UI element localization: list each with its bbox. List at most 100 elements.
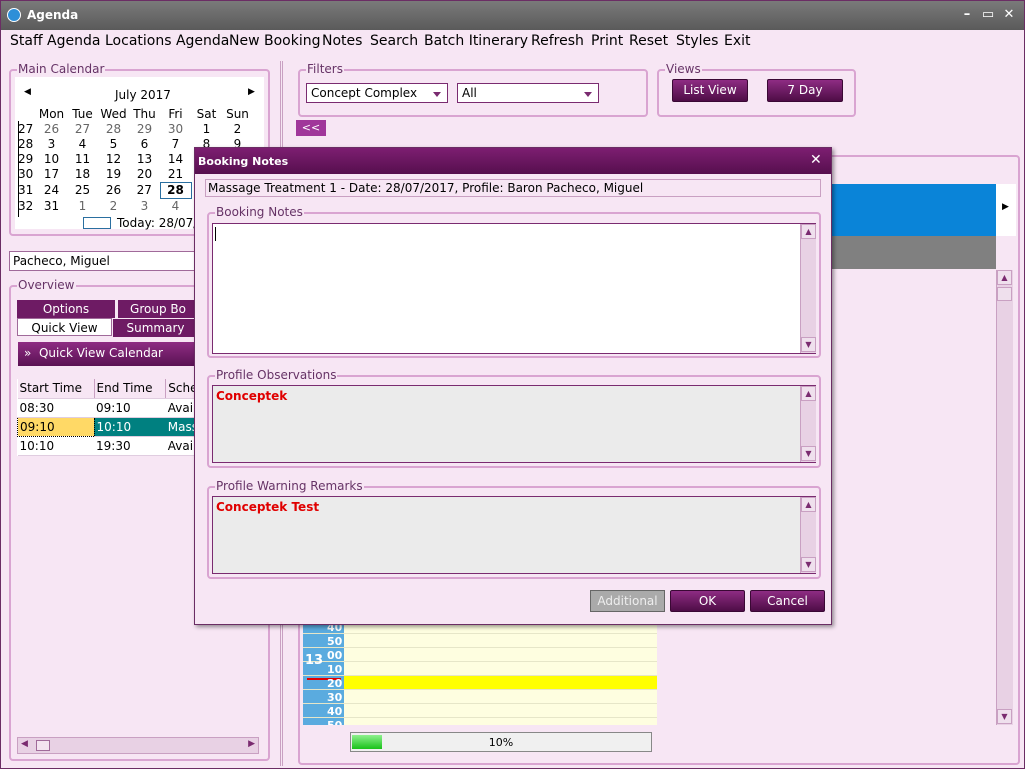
calendar-day[interactable]: 4: [160, 199, 191, 215]
scroll-down-icon[interactable]: ▼: [801, 557, 816, 572]
list-view-button[interactable]: List View: [672, 79, 748, 102]
time-row[interactable]: 50: [303, 718, 657, 725]
calendar-day[interactable]: 6: [129, 137, 160, 152]
scroll-down-icon[interactable]: ▼: [997, 709, 1012, 724]
today-label[interactable]: Today: 28/07/2: [117, 216, 205, 230]
tab-summary[interactable]: Summary: [113, 319, 198, 337]
quick-view-calendar-bar[interactable]: » Quick View Calendar: [18, 342, 198, 366]
calendar-day[interactable]: 14: [160, 152, 191, 167]
scroll-thumb[interactable]: [997, 287, 1012, 301]
calendar-day[interactable]: 25: [67, 183, 98, 199]
time-row[interactable]: 40: [303, 624, 657, 634]
scroll-up-icon[interactable]: ▲: [801, 224, 816, 239]
filter-select[interactable]: All: [457, 83, 599, 103]
tab-group-bookings[interactable]: Group Bo: [118, 300, 198, 318]
time-row[interactable]: 20: [303, 676, 657, 690]
progress-text: 10%: [488, 736, 514, 749]
calendar-day[interactable]: 19: [98, 167, 129, 183]
menu-batch-itinerary[interactable]: Batch Itinerary: [424, 33, 528, 49]
menu-new-booking[interactable]: New Booking: [229, 33, 320, 49]
scroll-thumb[interactable]: [36, 740, 50, 751]
tab-options[interactable]: Options: [17, 300, 115, 318]
calendar-day[interactable]: 18: [67, 167, 98, 183]
tab-quick-view[interactable]: Quick View: [17, 318, 112, 336]
ok-button[interactable]: OK: [670, 590, 745, 612]
booking-notes-textarea[interactable]: ▲ ▼: [212, 223, 816, 354]
minimize-icon[interactable]: –: [958, 6, 976, 24]
calendar-day[interactable]: 24: [36, 183, 67, 199]
time-row[interactable]: 50: [303, 634, 657, 648]
menu-print[interactable]: Print: [591, 33, 623, 49]
calendar-day[interactable]: 28: [98, 122, 129, 137]
location-select[interactable]: Concept Complex: [306, 83, 448, 103]
calendar-day[interactable]: 20: [129, 167, 160, 183]
time-row[interactable]: 30: [303, 690, 657, 704]
calendar-day[interactable]: 7: [160, 137, 191, 152]
menu-search[interactable]: Search: [370, 33, 418, 49]
calendar-day[interactable]: 5: [98, 137, 129, 152]
calendar-day[interactable]: 13: [129, 152, 160, 167]
menu-styles[interactable]: Styles: [676, 33, 718, 49]
prev-month-icon[interactable]: ◀: [24, 87, 31, 97]
calendar-day[interactable]: 27: [129, 183, 160, 199]
calendar-day[interactable]: 2: [222, 122, 253, 137]
calendar-day[interactable]: 2: [98, 199, 129, 215]
next-month-icon[interactable]: ▶: [248, 87, 255, 97]
calendar-day[interactable]: 4: [67, 137, 98, 152]
time-row[interactable]: 13 00: [303, 648, 657, 668]
table-row-selected[interactable]: 09:10 10:10 Mass: [17, 416, 198, 437]
warnings-textarea[interactable]: Conceptek Test ▲ ▼: [212, 496, 816, 574]
profile-field[interactable]: Pacheco, Miguel: [9, 251, 199, 271]
calendar-day[interactable]: 12: [98, 152, 129, 167]
cancel-button[interactable]: Cancel: [750, 590, 825, 612]
calendar-day[interactable]: 26: [36, 122, 67, 137]
menu-refresh[interactable]: Refresh: [531, 33, 584, 49]
scroll-right-icon[interactable]: ▶: [1002, 202, 1009, 212]
scroll-up-icon[interactable]: ▲: [801, 386, 816, 401]
observations-label: Profile Observations: [215, 368, 338, 382]
collapse-button[interactable]: <<: [296, 120, 326, 136]
calendar-day[interactable]: 1: [67, 199, 98, 215]
table-row[interactable]: 08:30 09:10 Avai: [17, 398, 198, 418]
close-icon[interactable]: ✕: [1000, 6, 1018, 24]
seven-day-button[interactable]: 7 Day: [767, 79, 843, 102]
maximize-icon[interactable]: ▭: [979, 6, 997, 24]
scroll-left-icon[interactable]: ◀: [21, 739, 28, 749]
col-end-time[interactable]: End Time: [94, 379, 167, 399]
calendar-day[interactable]: 10: [36, 152, 67, 167]
scroll-up-icon[interactable]: ▲: [997, 270, 1012, 285]
menu-staff-agenda[interactable]: Staff Agenda: [10, 33, 100, 49]
menu-reset[interactable]: Reset: [629, 33, 668, 49]
scroll-up-icon[interactable]: ▲: [801, 497, 816, 512]
calendar-day-today[interactable]: 28: [159, 182, 192, 199]
menu-exit[interactable]: Exit: [724, 33, 751, 49]
calendar-day[interactable]: 17: [36, 167, 67, 183]
calendar-day[interactable]: 11: [67, 152, 98, 167]
horizontal-scrollbar[interactable]: ◀ ▶: [17, 737, 259, 754]
time-row[interactable]: 40: [303, 704, 657, 718]
table-row[interactable]: 10:10 19:30 Avai: [17, 436, 198, 456]
warnings-scrollbar[interactable]: ▲ ▼: [800, 497, 816, 573]
calendar-day[interactable]: 30: [160, 122, 191, 137]
menu-notes[interactable]: Notes: [322, 33, 362, 49]
scroll-down-icon[interactable]: ▼: [801, 337, 816, 352]
additional-button[interactable]: Additional: [590, 590, 665, 612]
agenda-vertical-scrollbar[interactable]: ▲ ▼: [996, 270, 1013, 725]
observations-textarea[interactable]: Conceptek ▲ ▼: [212, 385, 816, 463]
dialog-close-icon[interactable]: ✕: [810, 152, 822, 168]
scroll-right-icon[interactable]: ▶: [248, 739, 255, 749]
calendar-day[interactable]: 31: [36, 199, 67, 215]
calendar-day[interactable]: 27: [67, 122, 98, 137]
scroll-down-icon[interactable]: ▼: [801, 446, 816, 461]
calendar-day[interactable]: 3: [36, 137, 67, 152]
col-start-time[interactable]: Start Time: [17, 379, 95, 399]
notes-scrollbar[interactable]: ▲ ▼: [800, 224, 816, 353]
calendar-day[interactable]: 1: [191, 122, 222, 137]
calendar-day[interactable]: 3: [129, 199, 160, 215]
time-row[interactable]: 10: [303, 662, 657, 676]
menu-locations-agenda[interactable]: Locations Agenda: [105, 33, 229, 49]
calendar-day[interactable]: 26: [98, 183, 129, 199]
observations-scrollbar[interactable]: ▲ ▼: [800, 386, 816, 462]
calendar-day[interactable]: 21: [160, 167, 191, 183]
calendar-day[interactable]: 29: [129, 122, 160, 137]
